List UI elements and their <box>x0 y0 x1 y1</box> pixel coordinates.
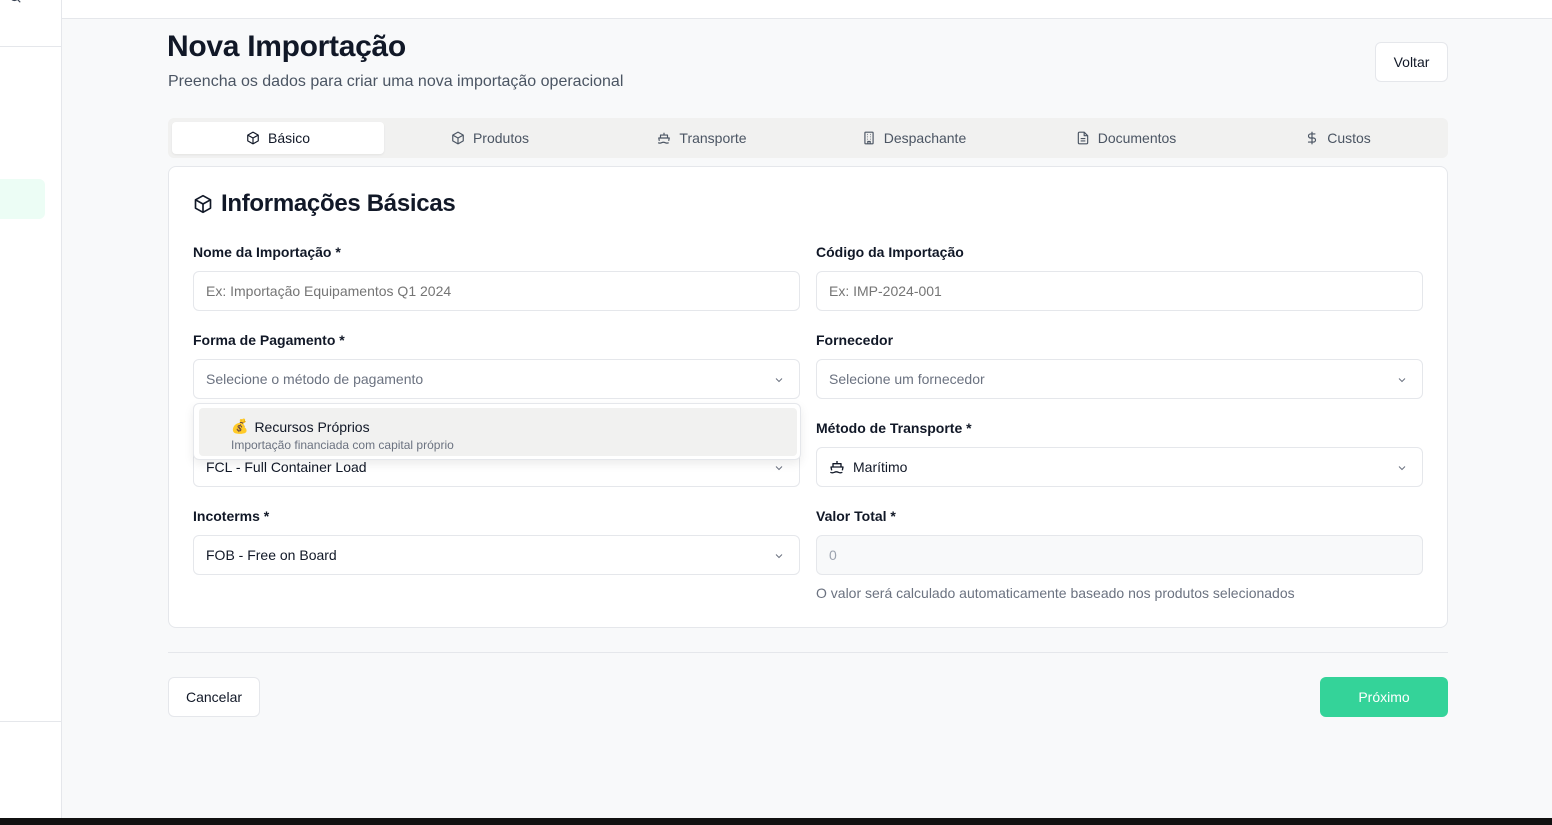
chevron-down-icon <box>775 378 783 383</box>
pagamento-select[interactable]: Selecione o método de pagamento <box>193 359 800 399</box>
file-icon <box>1077 131 1088 145</box>
incoterms-select[interactable]: FOB - Free on Board <box>193 535 800 575</box>
dropdown-option[interactable]: 💰 Recursos Próprios Importação financiad… <box>199 408 797 456</box>
tab-label: Básico <box>267 130 311 146</box>
tab-label: Despachante <box>883 130 967 146</box>
option-title-text: Recursos Próprios <box>254 418 370 435</box>
fornecedor-placeholder: Selecione um fornecedor <box>829 371 985 387</box>
tab-list: Básico Produtos Transporte Despachante D… <box>168 118 1448 158</box>
package-icon <box>452 131 464 145</box>
fornecedor-label: Fornecedor <box>816 332 894 348</box>
chevron-down-icon <box>775 466 783 471</box>
next-button[interactable]: Próximo <box>1320 677 1448 717</box>
codigo-label: Código da Importação <box>816 244 964 260</box>
nome-label: Nome da Importação * <box>193 244 341 260</box>
building-icon <box>864 131 874 145</box>
transporte-value: Marítimo <box>853 459 908 475</box>
incoterms-label: Incoterms * <box>193 508 270 524</box>
tab-documentos[interactable]: Documentos <box>1020 122 1232 154</box>
package-icon <box>247 131 259 145</box>
tab-custos[interactable]: Custos <box>1232 122 1444 154</box>
tab-label: Transporte <box>679 130 747 146</box>
pagamento-dropdown: 💰 Recursos Próprios Importação financiad… <box>193 403 801 460</box>
card-title: Informações Básicas <box>193 190 456 218</box>
ship-icon <box>658 132 671 144</box>
card-title-text: Informações Básicas <box>221 190 456 217</box>
valor-value: 0 <box>829 547 837 563</box>
dollar-icon <box>1308 131 1317 145</box>
tab-despachante[interactable]: Despachante <box>808 122 1020 154</box>
bottom-bar <box>0 818 1552 825</box>
tab-label: Produtos <box>472 130 530 146</box>
tab-basico[interactable]: Básico <box>172 122 384 154</box>
pagamento-placeholder: Selecione o método de pagamento <box>206 371 424 387</box>
cancel-button[interactable]: Cancelar <box>168 677 260 717</box>
nome-input[interactable] <box>193 271 800 311</box>
incoterms-value: FOB - Free on Board <box>206 547 337 563</box>
fornecedor-select[interactable]: Selecione um fornecedor <box>816 359 1423 399</box>
sidebar-divider <box>0 721 61 722</box>
option-description: Importação financiada com capital própri… <box>231 438 454 452</box>
sidebar-active-item[interactable] <box>0 179 45 219</box>
money-bag-icon: 💰 <box>231 418 249 434</box>
carga-value: FCL - Full Container Load <box>206 459 367 475</box>
chevron-down-icon <box>775 554 783 559</box>
transporte-label: Método de Transporte * <box>816 420 972 436</box>
chevron-down-icon <box>1398 378 1406 383</box>
tab-produtos[interactable]: Produtos <box>384 122 596 154</box>
pagamento-label: Forma de Pagamento * <box>193 332 345 348</box>
page-title: Nova Importação <box>167 30 406 63</box>
tab-label: Documentos <box>1097 130 1177 146</box>
top-bar <box>62 0 1552 19</box>
sidebar-divider <box>0 46 61 47</box>
transporte-select[interactable]: Marítimo <box>816 447 1423 487</box>
search-icon[interactable] <box>8 0 22 4</box>
ship-icon <box>830 461 844 474</box>
back-button[interactable]: Voltar <box>1375 42 1448 82</box>
tab-transporte[interactable]: Transporte <box>596 122 808 154</box>
codigo-input[interactable] <box>816 271 1423 311</box>
valor-input: 0 <box>816 535 1423 575</box>
option-title: 💰 Recursos Próprios <box>231 418 370 435</box>
valor-label: Valor Total * <box>816 508 896 524</box>
sidebar <box>0 0 62 818</box>
page-subtitle: Preencha os dados para criar uma nova im… <box>168 73 624 90</box>
chevron-down-icon <box>1398 466 1406 471</box>
tab-label: Custos <box>1327 130 1371 146</box>
package-icon <box>194 194 212 214</box>
footer-divider <box>168 652 1448 653</box>
valor-hint: O valor será calculado automaticamente b… <box>816 585 1295 601</box>
